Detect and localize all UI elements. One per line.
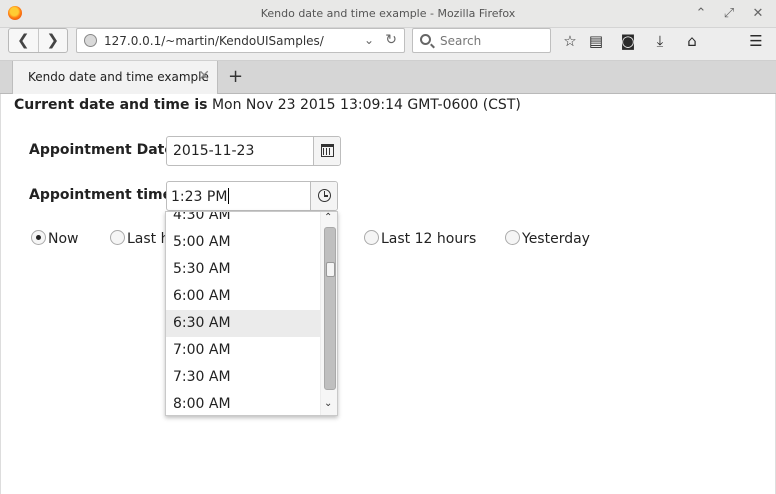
scrollbar-track[interactable]	[324, 227, 336, 390]
radio-last-12-hours-circle[interactable]	[364, 230, 379, 245]
tab-strip: Kendo date and time example ✕ +	[0, 61, 776, 95]
menu-icon[interactable]: ☰	[746, 31, 766, 51]
page-content: Current date and time is Mon Nov 23 2015…	[0, 94, 776, 494]
clock-button[interactable]	[310, 182, 337, 210]
window-title: Kendo date and time example - Mozilla Fi…	[260, 7, 516, 20]
dropdown-scrollbar[interactable]: ⌃ ⌄	[320, 212, 337, 415]
radio-last-hour-label: Last h	[127, 231, 170, 247]
time-option[interactable]: 4:30 AM	[166, 212, 321, 229]
calendar-button[interactable]	[313, 137, 340, 165]
radio-last-12-hours[interactable]: Last 12 hours	[364, 230, 476, 247]
search-input[interactable]: Search	[412, 28, 551, 53]
radio-last-hour[interactable]: Last h	[110, 230, 170, 247]
radio-now[interactable]: Now	[31, 230, 79, 247]
time-input[interactable]: 1:23 PM	[171, 188, 230, 205]
bookmark-star-icon[interactable]: ☆	[560, 31, 580, 51]
maximize-icon[interactable]: ⤢	[720, 5, 738, 23]
search-icon	[420, 34, 431, 45]
url-dropdown-icon[interactable]: ⌄	[364, 33, 374, 47]
time-option-list: 4:30 AM 5:00 AM 5:30 AM 6:00 AM 6:30 AM …	[166, 212, 321, 415]
radio-yesterday-circle[interactable]	[505, 230, 520, 245]
tab-label: Kendo date and time example	[28, 70, 209, 84]
close-window-icon[interactable]: ✕	[749, 5, 767, 23]
date-picker[interactable]: 2015-11-23	[166, 136, 341, 166]
url-text[interactable]: 127.0.0.1/~martin/KendoUISamples/	[104, 34, 324, 48]
radio-now-circle[interactable]	[31, 230, 46, 245]
radio-last-hour-circle[interactable]	[110, 230, 125, 245]
text-caret	[228, 188, 230, 204]
scroll-down-icon[interactable]: ⌄	[324, 398, 332, 409]
home-icon[interactable]: ⌂	[682, 31, 702, 51]
radio-now-label: Now	[48, 231, 79, 247]
current-datetime-label: Current date and time is	[14, 97, 208, 113]
scrollbar-thumb[interactable]	[326, 262, 335, 277]
scroll-up-icon[interactable]: ⌃	[324, 212, 332, 223]
time-option[interactable]: 7:30 AM	[166, 364, 321, 391]
tab-close-icon[interactable]: ✕	[198, 68, 210, 84]
new-tab-button[interactable]: +	[228, 66, 243, 87]
radio-last-12-hours-label: Last 12 hours	[381, 231, 477, 247]
current-datetime: Current date and time is Mon Nov 23 2015…	[14, 97, 521, 113]
time-option[interactable]: 6:00 AM	[166, 283, 321, 310]
calendar-icon	[321, 144, 334, 157]
time-dropdown: 4:30 AM 5:00 AM 5:30 AM 6:00 AM 6:30 AM …	[165, 211, 338, 416]
window-titlebar: Kendo date and time example - Mozilla Fi…	[0, 0, 776, 28]
appointment-time-label: Appointment time:	[29, 187, 178, 203]
nav-toolbar: ❮ ❯ 127.0.0.1/~martin/KendoUISamples/ ⌄ …	[0, 28, 776, 61]
back-button[interactable]: ❮	[9, 29, 38, 52]
tab-kendo-example[interactable]: Kendo date and time example ✕	[12, 61, 218, 95]
appointment-date-label: Appointment Date:	[29, 142, 180, 158]
time-option-highlighted[interactable]: 6:30 AM	[166, 310, 321, 337]
reading-list-icon[interactable]: ▤	[586, 31, 606, 51]
current-datetime-value: Mon Nov 23 2015 13:09:14 GMT-0600 (CST)	[211, 97, 521, 113]
date-input[interactable]: 2015-11-23	[173, 143, 254, 159]
time-option[interactable]: 8:00 AM	[166, 391, 321, 415]
search-placeholder: Search	[440, 34, 482, 48]
url-bar[interactable]: 127.0.0.1/~martin/KendoUISamples/ ⌄ ↻	[76, 28, 405, 53]
pocket-icon[interactable]: ◙	[618, 31, 638, 51]
minimize-icon[interactable]: ⌃	[692, 5, 710, 23]
time-option[interactable]: 7:00 AM	[166, 337, 321, 364]
forward-button[interactable]: ❯	[37, 29, 68, 52]
radio-yesterday[interactable]: Yesterday	[505, 230, 590, 247]
radio-yesterday-label: Yesterday	[522, 231, 590, 247]
time-input-value: 1:23 PM	[171, 189, 228, 205]
globe-icon	[84, 34, 97, 47]
clock-icon	[318, 189, 331, 202]
time-picker[interactable]: 1:23 PM	[166, 181, 338, 211]
back-forward-group: ❮ ❯	[8, 28, 68, 53]
downloads-icon[interactable]: ⤓	[650, 31, 670, 51]
time-option[interactable]: 5:30 AM	[166, 256, 321, 283]
reload-icon[interactable]: ↻	[385, 32, 397, 48]
time-option[interactable]: 5:00 AM	[166, 229, 321, 256]
